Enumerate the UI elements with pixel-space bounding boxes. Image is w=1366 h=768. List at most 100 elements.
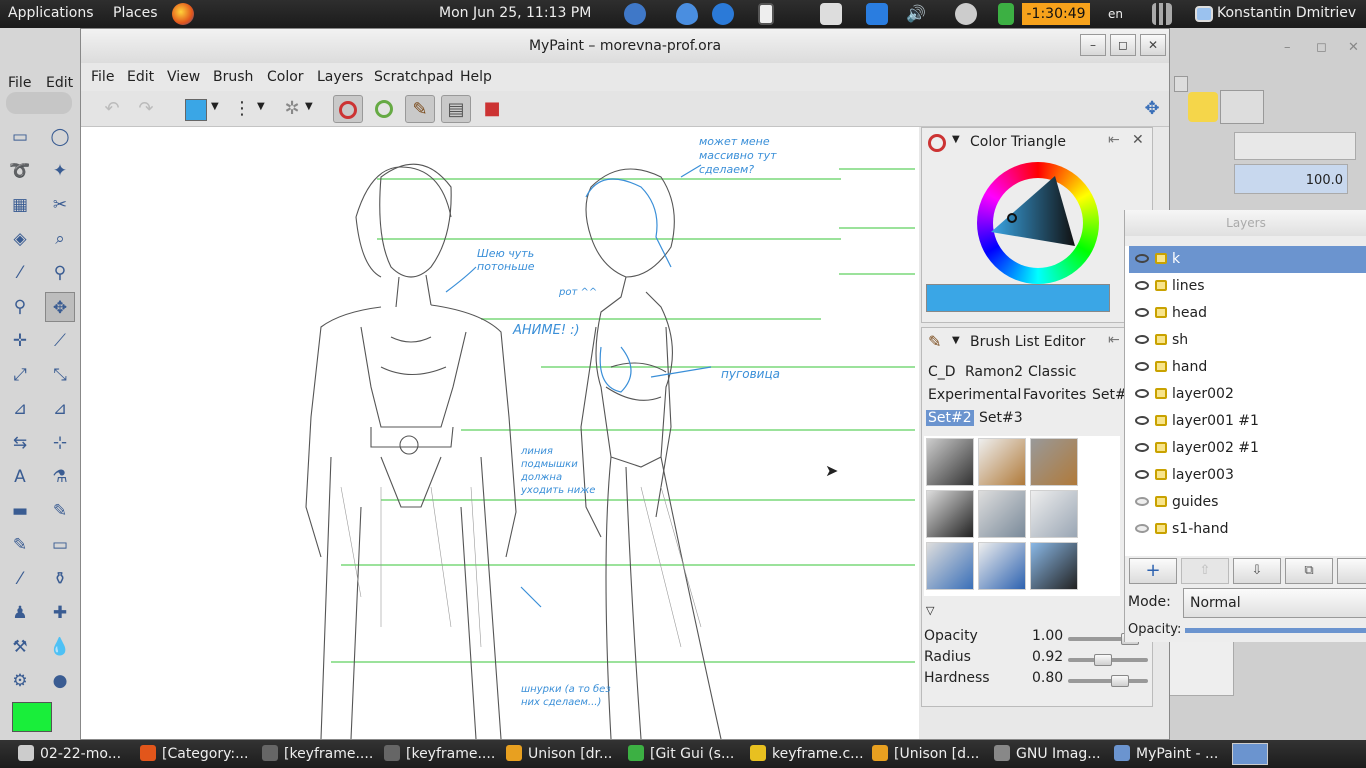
new-layer-button[interactable]: + [1129,558,1177,584]
layer-row[interactable]: guides [1129,489,1366,516]
taskbar-item[interactable]: MyPaint - ... [1114,740,1224,768]
chain-icon[interactable] [1155,388,1167,399]
skype-icon[interactable] [712,3,734,25]
color-picker-icon[interactable]: ⁄ [5,258,35,288]
lower-layer-button[interactable]: ⇩ [1233,558,1281,584]
move-icon[interactable]: ✥ [45,292,75,322]
color-triangle-toggle[interactable] [333,95,363,123]
chevron-down-icon[interactable]: ▼ [952,134,960,145]
undo-icon[interactable]: ↶ [97,95,127,123]
layer-row[interactable]: layer003 [1129,462,1366,489]
redo-icon[interactable]: ↷ [131,95,161,123]
taskbar-item[interactable]: [keyframe.... [262,740,380,768]
brush-group-tab[interactable]: Favorites [1023,387,1086,403]
blur-icon[interactable]: 💧 [45,632,75,662]
flip-icon[interactable]: ⇆ [5,428,35,458]
chain-icon[interactable] [1155,496,1167,507]
workspace-switcher[interactable] [1232,743,1268,765]
duplicate-layer-button[interactable]: ⧉ [1285,558,1333,584]
taskbar-item[interactable]: [Unison [d... [872,740,990,768]
chevron-down-icon[interactable]: ▼ [305,101,313,112]
chevron-down-icon[interactable]: ▼ [952,335,960,346]
layer-row[interactable]: layer001 #1 [1129,408,1366,435]
foreground-color-swatch[interactable] [12,702,52,732]
layer-row[interactable]: k [1129,246,1366,273]
color-ring-toggle[interactable] [369,95,399,123]
raise-layer-button[interactable]: ⇧ [1181,558,1229,584]
brush-thumb[interactable] [978,438,1026,486]
brush-settings-icon[interactable]: ⋮ [227,95,257,123]
slider-knob[interactable] [1094,654,1112,666]
slider-track[interactable] [1068,675,1148,687]
chain-icon[interactable] [1155,307,1167,318]
gear-icon[interactable]: ✲ [277,95,307,123]
menu-scratchpad[interactable]: Scratchpad [374,69,453,85]
detach-icon[interactable]: ⇤ [1108,132,1120,148]
cage-icon[interactable]: ⊹ [45,428,75,458]
rotate-icon[interactable]: ⤢ [5,360,35,390]
menu-color[interactable]: Color [267,69,304,85]
brush-thumb[interactable] [926,438,974,486]
menu-edit[interactable]: Edit [127,69,154,85]
eye-icon[interactable] [1135,308,1149,317]
paintbrush-icon[interactable]: ✎ [5,530,35,560]
countdown-timer[interactable]: -1:30:49 [1022,3,1090,25]
shear-icon[interactable]: ⊿ [5,394,35,424]
clone-icon[interactable]: ♟ [5,598,35,628]
crop-icon[interactable]: ⟋ [45,326,75,356]
layer-row[interactable]: sh [1129,327,1366,354]
bucket-fill-icon[interactable]: ⚗ [45,462,75,492]
menu-help[interactable]: Help [460,69,492,85]
perspective-clone-icon[interactable]: ⚒ [5,632,35,662]
undo-history-icon[interactable] [1188,92,1218,122]
taskbar-item[interactable]: [Git Gui (s... [628,740,746,768]
brush-thumb[interactable] [978,490,1026,538]
zoom-icon[interactable]: ⚲ [45,258,75,288]
taskbar-item[interactable]: 02-22-mo... [18,740,136,768]
pencil-icon[interactable]: ✎ [45,496,75,526]
eye-icon[interactable] [1135,362,1149,371]
align-icon[interactable]: ✛ [5,326,35,356]
measure-icon[interactable]: ⚲ [5,292,35,322]
layers-window-title[interactable]: Layers [1125,210,1366,236]
mode-select[interactable]: Normal [1183,588,1366,618]
chevron-down-icon[interactable]: ▼ [211,101,219,112]
taskbar-item[interactable]: Unison [dr... [506,740,624,768]
mypaint-titlebar[interactable]: MyPaint – morevna-prof.ora – ◻ ✕ [81,29,1169,63]
brush-thumb[interactable] [1030,542,1078,590]
move-icon[interactable]: ✥ [1137,95,1167,123]
color-triangle[interactable] [977,162,1099,284]
close-button[interactable]: ✕ [1140,34,1166,56]
brush-thumb[interactable] [1030,490,1078,538]
brush-group-tab[interactable]: Ramon2 [965,364,1023,380]
keyboard-layout[interactable]: en [1108,7,1123,21]
brush-list-toggle[interactable]: ✎ [405,95,435,123]
eye-icon[interactable] [1135,281,1149,290]
brush-group-tab[interactable]: Set# [1092,387,1127,403]
foreground-select-icon[interactable]: ◈ [5,224,35,254]
detach-icon[interactable]: ⇤ [1108,332,1120,348]
opacity-slider[interactable] [1185,628,1366,633]
arrow-icon[interactable] [998,3,1014,25]
eye-icon[interactable] [1135,443,1149,452]
scissors-icon[interactable]: ✂ [45,190,75,220]
slider-knob[interactable] [1111,675,1129,687]
taskbar-item[interactable]: [Category:... [140,740,258,768]
perspective-icon[interactable]: ⊿ [45,394,75,424]
chevron-down-icon[interactable]: ▼ [257,101,265,112]
eraser-icon[interactable]: ▭ [45,530,75,560]
gimp-side-button[interactable] [1174,76,1188,92]
menu-layers[interactable]: Layers [317,69,363,85]
gimp-dropdown[interactable] [1234,132,1356,160]
gimp-menu-file[interactable]: File [8,75,31,91]
heal-icon[interactable]: ✚ [45,598,75,628]
maximize-button[interactable]: ◻ [1110,34,1136,56]
gimp-menu-edit[interactable]: Edit [46,75,73,91]
eye-icon[interactable] [1135,470,1149,479]
ellipse-select-icon[interactable]: ◯ [45,122,75,152]
brush-thumb[interactable] [1030,438,1078,486]
chain-icon[interactable] [1155,253,1167,264]
drawing-canvas[interactable]: может мене массивно тут сделаем? Шею чут… [81,127,919,739]
places-menu[interactable]: Places [113,5,158,21]
brush-thumb[interactable] [926,542,974,590]
